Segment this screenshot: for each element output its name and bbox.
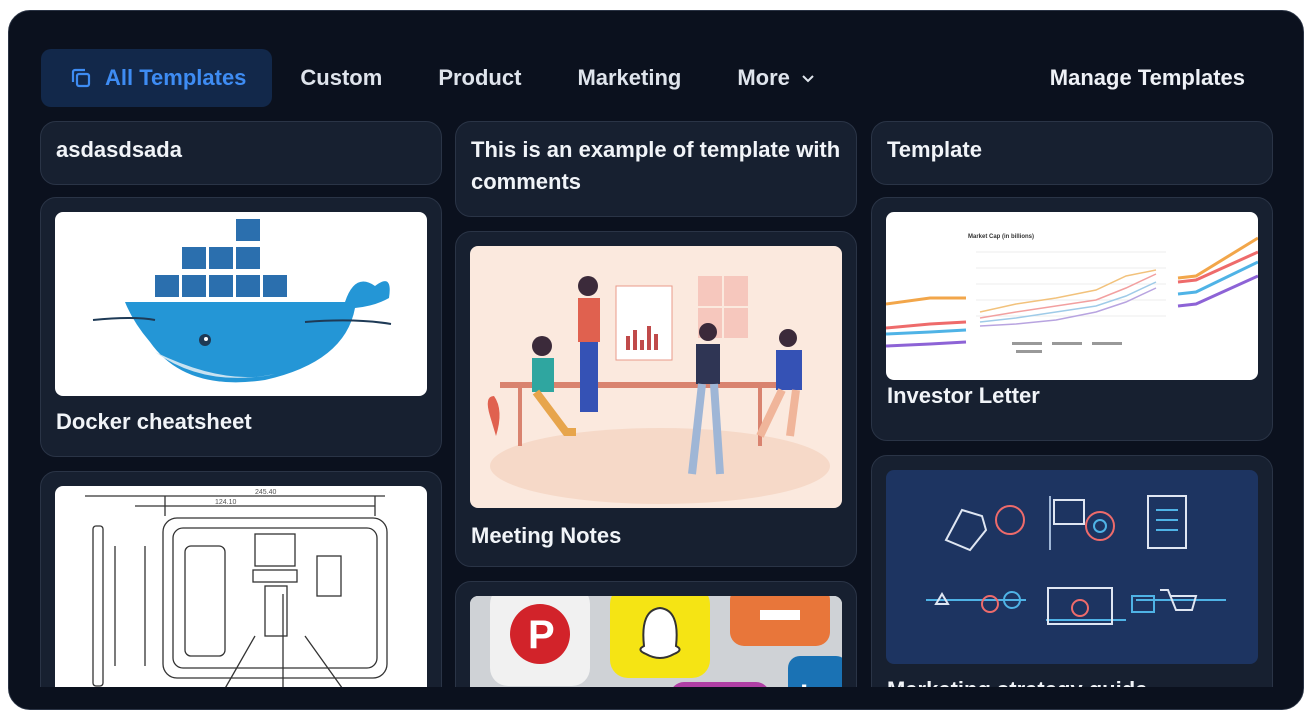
marketing-guide-thumbnail bbox=[886, 470, 1258, 664]
card-title: Template bbox=[887, 137, 982, 162]
template-card-meeting-notes[interactable]: Meeting Notes bbox=[455, 231, 857, 567]
category-tabs: All Templates Custom Product Marketing M… bbox=[41, 49, 844, 107]
card-title: This is an example of template with comm… bbox=[471, 137, 841, 194]
chart-thumb-title: Market Cap (in billions) bbox=[968, 234, 1034, 240]
manage-templates-button[interactable]: Manage Templates bbox=[1050, 49, 1245, 107]
card-title: Docker cheatsheet bbox=[56, 409, 252, 434]
tab-more[interactable]: More bbox=[709, 49, 844, 107]
card-title: Meeting Notes bbox=[471, 523, 622, 548]
template-card-investor-letter[interactable]: Market Cap (in billions) Investor Letter bbox=[871, 197, 1273, 441]
template-card-asdasdsada[interactable]: asdasdsada bbox=[40, 121, 442, 185]
template-card-template[interactable]: Template bbox=[871, 121, 1273, 185]
card-title: asdasdsada bbox=[56, 137, 182, 162]
card-title: Investor Letter bbox=[887, 383, 1040, 408]
copy-icon bbox=[67, 64, 95, 92]
investor-letter-thumbnail: Market Cap (in billions) bbox=[886, 212, 1258, 380]
tab-product[interactable]: Product bbox=[410, 49, 549, 107]
tab-more-label: More bbox=[737, 65, 790, 90]
tab-custom[interactable]: Custom bbox=[272, 49, 410, 107]
chevron-down-icon bbox=[800, 70, 816, 86]
svg-text:P: P bbox=[528, 613, 555, 657]
tab-all-templates[interactable]: All Templates bbox=[41, 49, 273, 107]
template-card-example-comments[interactable]: This is an example of template with comm… bbox=[455, 121, 857, 217]
tab-marketing[interactable]: Marketing bbox=[549, 49, 709, 107]
svg-text:124.10: 124.10 bbox=[215, 499, 237, 506]
viewport-bottom-edge bbox=[9, 687, 1303, 709]
blueprint-thumbnail: 245.40 124.10 bbox=[55, 486, 427, 709]
tab-all-templates-label: All Templates bbox=[105, 65, 247, 90]
template-card-blueprint[interactable]: 245.40 124.10 bbox=[40, 471, 442, 709]
template-gallery: All Templates Custom Product Marketing M… bbox=[8, 10, 1304, 710]
template-card-marketing-guide[interactable]: Marketing strategy guide bbox=[871, 455, 1273, 709]
docker-thumbnail bbox=[55, 212, 427, 396]
meeting-notes-thumbnail bbox=[470, 246, 842, 508]
svg-text:245.40: 245.40 bbox=[255, 489, 277, 496]
template-card-docker[interactable]: Docker cheatsheet bbox=[40, 197, 442, 457]
